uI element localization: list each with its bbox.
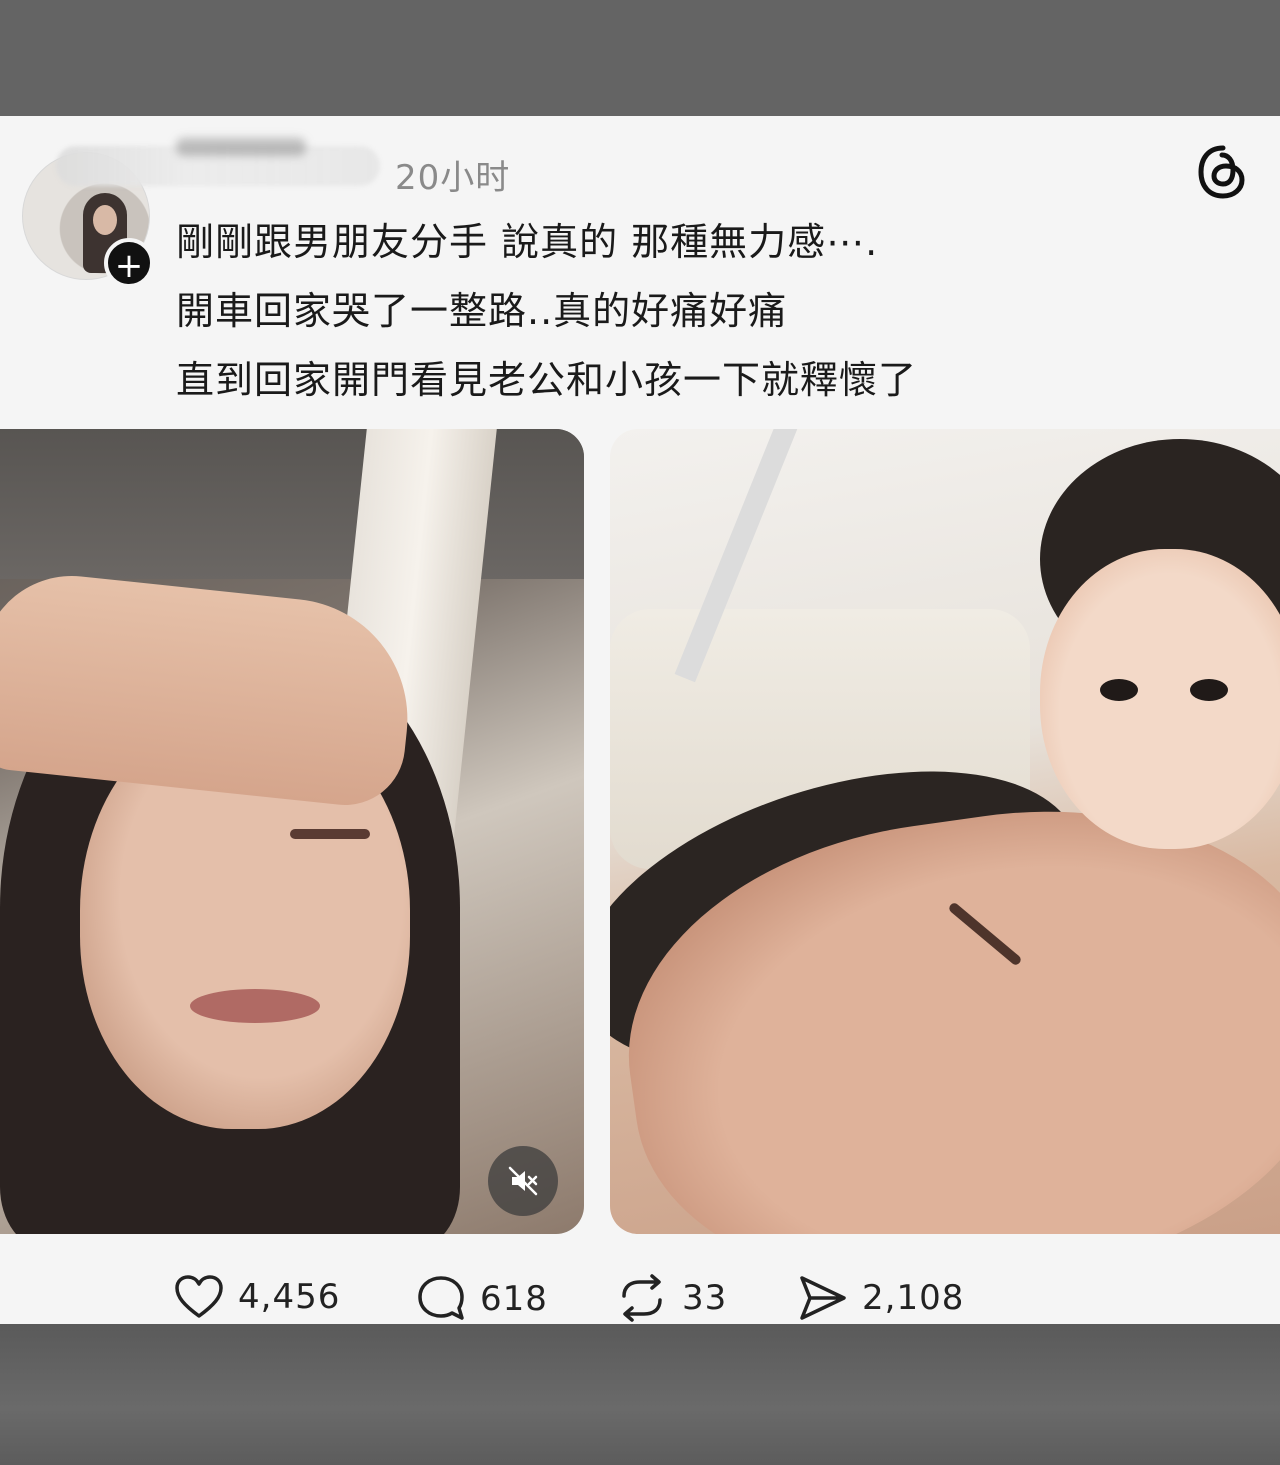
photo-eye: [290, 829, 370, 839]
top-overlay-band: [0, 0, 1280, 116]
post-caption: 剛剛跟男朋友分手 說真的 那種無力感⋯. 開車回家哭了一整路..真的好痛好痛 直…: [176, 208, 1176, 415]
action-bar: 4,456 618 33 2,108: [0, 1266, 1280, 1326]
threads-post: + 20小时 剛剛跟男朋友分手 說真的 那種無力感⋯. 開車回家哭了一整路..真…: [0, 116, 1280, 1324]
comment-icon: [418, 1276, 464, 1320]
caption-line: 直到回家開門看見老公和小孩一下就釋懷了: [176, 358, 918, 402]
like-count: 4,456: [238, 1277, 341, 1317]
photo-baby-face: [1040, 549, 1280, 849]
post-video-thumbnail[interactable]: [0, 429, 584, 1234]
caption-line: 剛剛跟男朋友分手 說真的 那種無力感⋯.: [176, 220, 879, 264]
comment-button[interactable]: 618: [416, 1274, 548, 1324]
bottom-overlay-band: [0, 1324, 1280, 1465]
follow-button[interactable]: +: [104, 238, 154, 288]
repost-count: 33: [682, 1278, 728, 1318]
threads-icon[interactable]: [1196, 144, 1250, 200]
repost-icon: [622, 1274, 662, 1322]
photo-mouth: [190, 989, 320, 1023]
share-count: 2,108: [862, 1278, 965, 1318]
post-photo[interactable]: [610, 429, 1280, 1234]
photo-ceiling: [0, 429, 584, 579]
share-button[interactable]: 2,108: [798, 1274, 964, 1322]
comment-count: 618: [480, 1279, 548, 1319]
photo-baby-eye: [1190, 679, 1228, 701]
mute-button[interactable]: [488, 1146, 558, 1216]
share-icon: [800, 1276, 846, 1320]
avatar-face: [93, 205, 117, 235]
heart-icon: [175, 1275, 223, 1318]
repost-button[interactable]: 33: [616, 1274, 727, 1322]
photo-baby-eye: [1100, 679, 1138, 701]
like-button[interactable]: 4,456: [174, 1274, 340, 1320]
username-redacted[interactable]: [56, 146, 380, 186]
post-time: 20小时: [395, 158, 511, 198]
mute-icon: [508, 1166, 538, 1196]
caption-line: 開車回家哭了一整路..真的好痛好痛: [176, 289, 788, 333]
